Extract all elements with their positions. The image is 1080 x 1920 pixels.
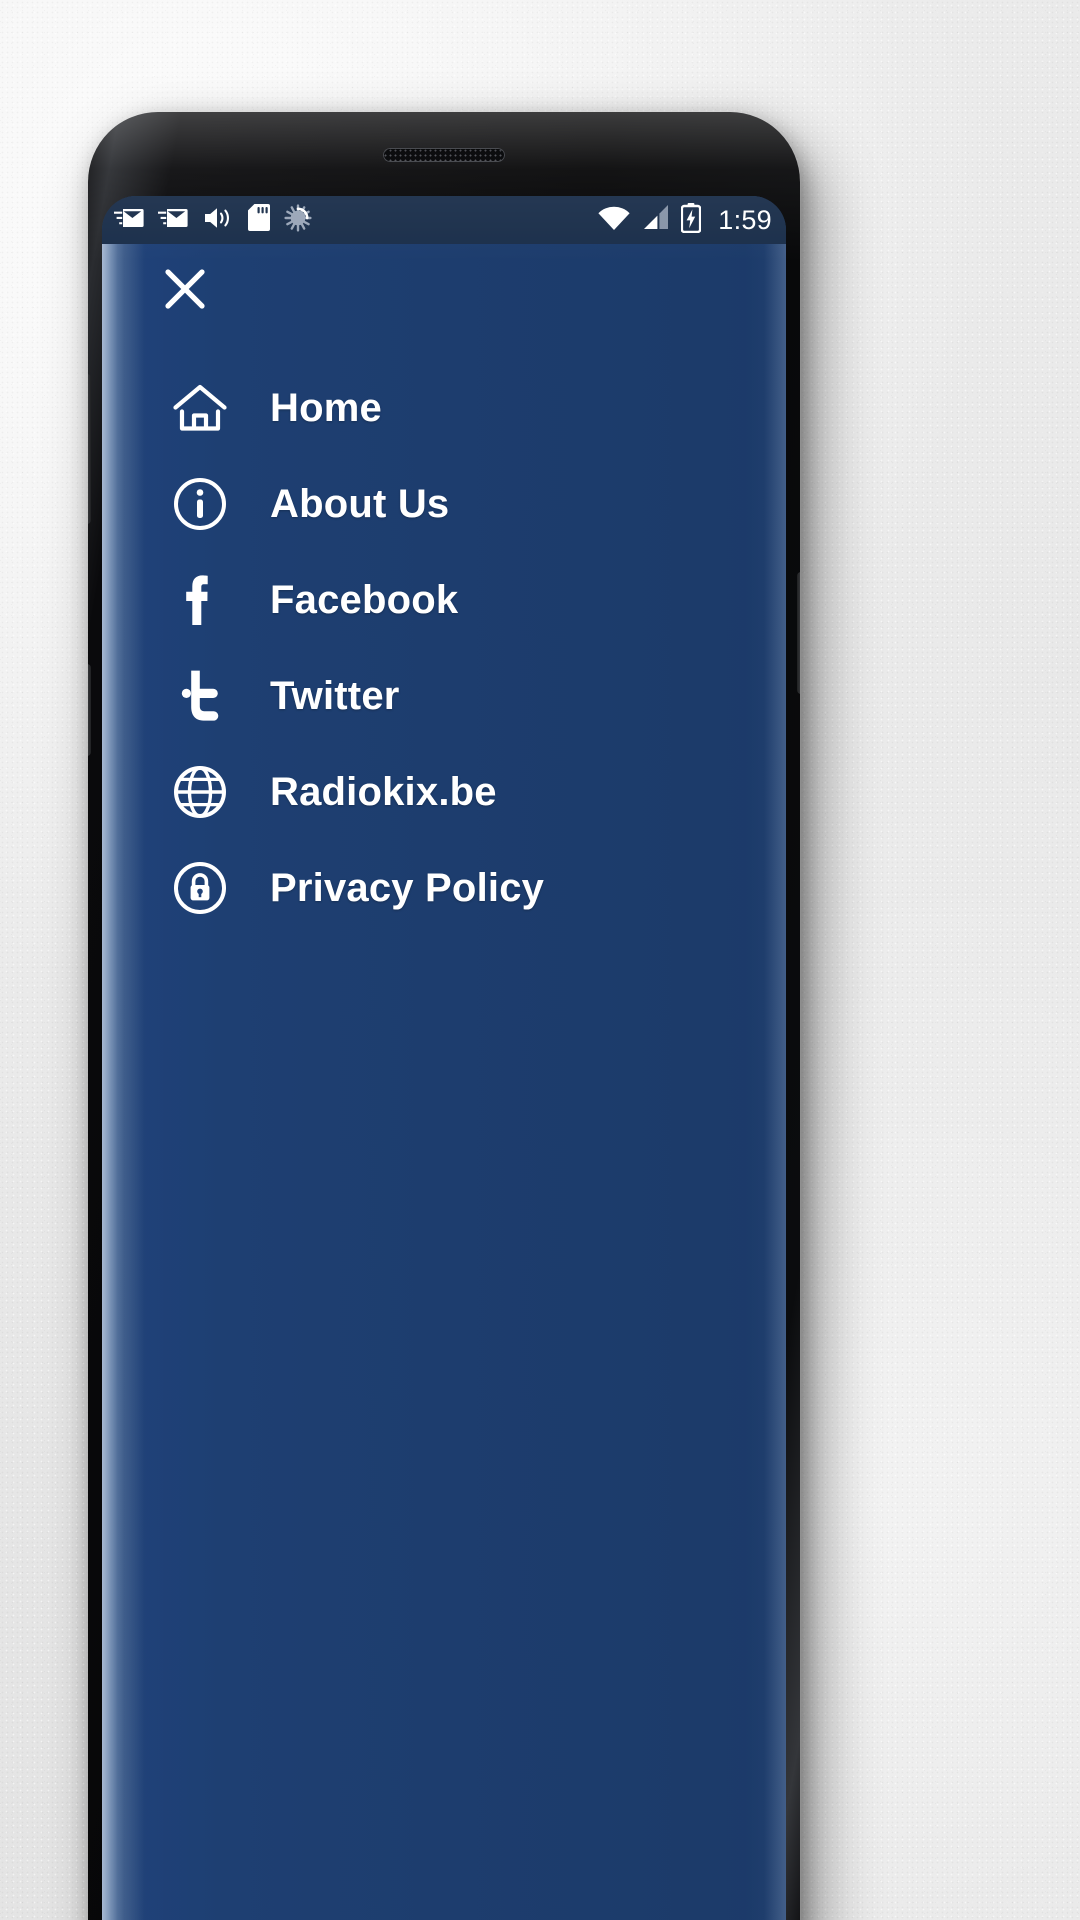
assistant-button[interactable] <box>88 664 91 756</box>
info-circle-icon <box>162 476 238 532</box>
menu-item-label: Home <box>270 385 382 430</box>
cellular-signal-icon <box>642 204 670 236</box>
phone-device-frame: 1:59 Home About Us Facebook Twitter Radi… <box>88 112 800 1920</box>
battery-charging-icon <box>680 202 702 238</box>
menu-item-about-us[interactable]: About Us <box>102 456 786 552</box>
phone-screen: 1:59 Home About Us Facebook Twitter Radi… <box>102 196 786 1920</box>
close-drawer-button[interactable] <box>154 258 216 320</box>
status-bar-clock: 1:59 <box>718 204 772 235</box>
status-bar-right-icons: 1:59 <box>597 202 772 238</box>
menu-item-twitter[interactable]: Twitter <box>102 648 786 744</box>
earpiece-speaker <box>383 148 505 162</box>
facebook-icon <box>162 571 238 629</box>
close-icon <box>165 269 205 309</box>
navigation-drawer: Home About Us Facebook Twitter Radiokix.… <box>102 244 786 1920</box>
volume-icon <box>202 205 234 236</box>
menu-item-label: Twitter <box>270 673 400 718</box>
email-icon <box>114 205 144 236</box>
menu-item-home[interactable]: Home <box>102 360 786 456</box>
twitter-icon <box>162 667 238 725</box>
menu-item-label: Facebook <box>270 577 459 622</box>
menu-item-label: Radiokix.be <box>270 769 497 814</box>
lock-circle-icon <box>162 860 238 916</box>
menu-item-label: Privacy Policy <box>270 865 545 910</box>
home-icon <box>162 383 238 433</box>
status-bar: 1:59 <box>102 196 786 244</box>
status-bar-left-icons <box>114 203 597 237</box>
menu-item-website[interactable]: Radiokix.be <box>102 744 786 840</box>
sync-spinner-icon <box>284 203 312 237</box>
power-button[interactable] <box>797 572 800 694</box>
globe-icon <box>162 764 238 820</box>
volume-button[interactable] <box>88 374 91 524</box>
menu-item-label: About Us <box>270 481 450 526</box>
wifi-icon <box>597 205 631 236</box>
sd-card-icon <box>248 204 270 236</box>
drawer-menu-list: Home About Us Facebook Twitter Radiokix.… <box>102 360 786 936</box>
menu-item-facebook[interactable]: Facebook <box>102 552 786 648</box>
email-icon-secondary <box>158 205 188 236</box>
menu-item-privacy-policy[interactable]: Privacy Policy <box>102 840 786 936</box>
